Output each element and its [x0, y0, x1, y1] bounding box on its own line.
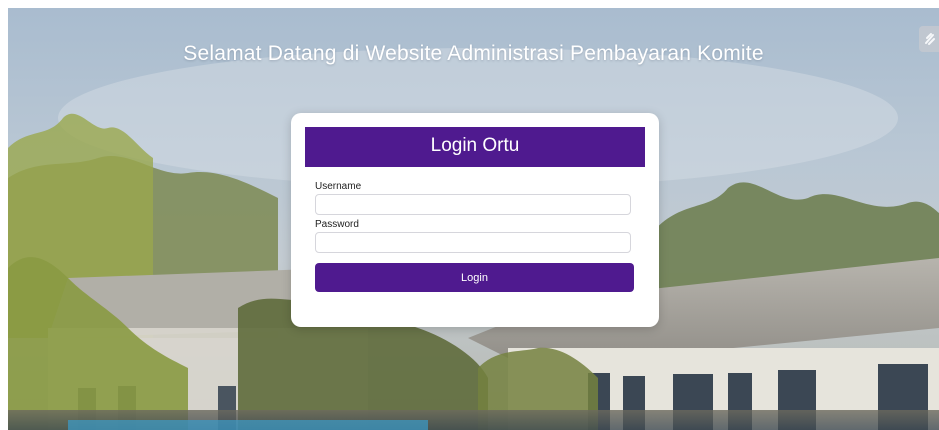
login-card: Login Ortu Username Password Login	[291, 113, 659, 327]
login-title: Login Ortu	[305, 127, 645, 167]
password-input[interactable]	[315, 232, 631, 253]
username-label: Username	[315, 181, 362, 192]
page-viewport: Selamat Datang di Website Administrasi P…	[8, 8, 939, 430]
password-label: Password	[315, 219, 359, 230]
login-button[interactable]: Login	[315, 263, 634, 292]
welcome-heading: Selamat Datang di Website Administrasi P…	[183, 42, 764, 65]
username-input[interactable]	[315, 194, 631, 215]
floating-widget-icon[interactable]	[919, 26, 939, 52]
